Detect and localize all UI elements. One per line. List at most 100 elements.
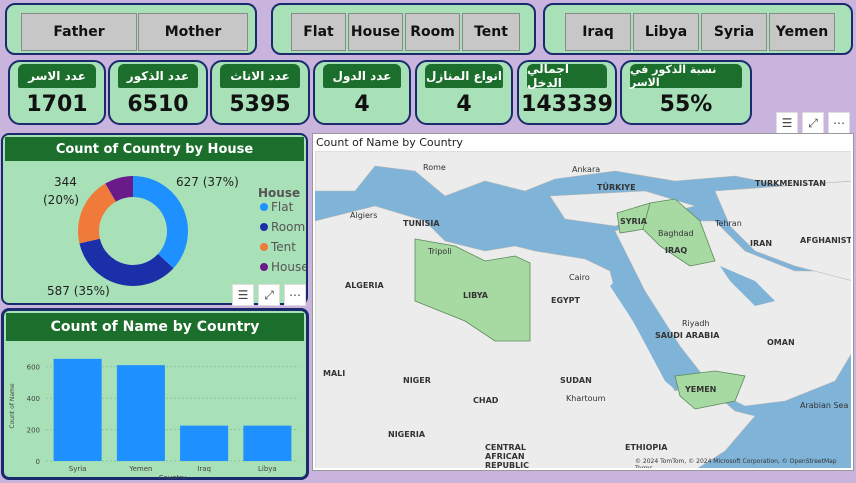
slicer-option-room[interactable]: Room — [405, 13, 460, 51]
map-label-turkmenistan: TURKMENISTAN — [755, 179, 826, 188]
legend-marker — [260, 203, 268, 211]
filter-icon[interactable]: ☰ — [232, 284, 254, 306]
kpi-value: 4 — [354, 92, 370, 117]
bar-yemen[interactable] — [116, 365, 165, 461]
kpi-value: 55% — [659, 92, 713, 117]
kpi-label: عدد الاناث — [220, 64, 300, 88]
slicer-option-mother[interactable]: Mother — [138, 13, 248, 51]
map-label-arabian-sea: Arabian Sea — [800, 401, 849, 410]
kpi-label: نسبة الذكور في الاسر — [630, 63, 742, 89]
map-label-sudan: SUDAN — [560, 376, 592, 385]
legend-item-flat[interactable]: Flat — [271, 200, 294, 214]
focus-mode-icon[interactable]: ⤢ — [258, 284, 280, 306]
kpi-card-families: عدد الاسر 1701 — [8, 60, 106, 125]
map-label-tunisia: TUNISIA — [403, 219, 440, 228]
map-label-iran: IRAN — [750, 239, 773, 248]
y-tick-label: 0 — [36, 458, 40, 466]
donut-slice-flat[interactable] — [133, 176, 188, 269]
kpi-card-females: عدد الاناث 5395 — [210, 60, 310, 125]
kpi-label: انواع المنازل — [425, 64, 503, 88]
legend-marker — [260, 263, 268, 271]
donut-chart: 627 (37%) 344 (20%) 587 (35%) House Flat… — [43, 175, 306, 298]
chart-title: Count of Name by Country — [6, 313, 304, 341]
legend-title: House — [258, 186, 300, 200]
map-label-iraq: IRAQ — [665, 246, 688, 255]
kpi-card-house-types: انواع المنازل 4 — [415, 60, 513, 125]
kpi-value: 1701 — [26, 92, 88, 117]
house-slicer: Flat House Room Tent — [271, 3, 536, 55]
map-canvas[interactable]: LIBYA SYRIA IRAQ YEMEN EGYPT ALGERIA TUN… — [315, 151, 851, 468]
bar-chart-panel: Count of Name by Country 0 200 400 600 Syria… — [1, 308, 309, 480]
map-label-car: CENTRAL AFRICAN REPUBLIC — [485, 443, 530, 468]
kpi-value: 5395 — [229, 92, 291, 117]
slicer-option-house[interactable]: House — [348, 13, 403, 51]
donut-slice-room[interactable] — [79, 238, 174, 286]
kpi-card-males: عدد الذكور 6510 — [108, 60, 208, 125]
slicer-option-tent[interactable]: Tent — [462, 13, 520, 51]
map-label-ankara: Ankara — [572, 165, 601, 174]
bar-iraq[interactable] — [180, 425, 229, 461]
relation-slicer: Father Mother — [5, 3, 257, 55]
kpi-value: 143339 — [521, 92, 613, 117]
more-options-icon[interactable]: ⋯ — [284, 284, 306, 306]
map-label-khartoum: Khartoum — [566, 394, 606, 403]
donut-visual-toolbar: ☰ ⤢ ⋯ — [232, 284, 306, 306]
slicer-option-libya[interactable]: Libya — [633, 13, 699, 51]
legend-item-house[interactable]: House — [271, 260, 306, 274]
slicer-option-flat[interactable]: Flat — [291, 13, 346, 51]
filter-icon[interactable]: ☰ — [776, 112, 798, 134]
y-tick-label: 400 — [27, 395, 40, 403]
bar-libya[interactable] — [243, 425, 292, 461]
x-tick-label: Iraq — [197, 465, 211, 473]
x-axis-label: Country — [159, 474, 187, 479]
x-tick-label: Libya — [258, 465, 277, 473]
slicer-option-father[interactable]: Father — [21, 13, 137, 51]
map-label-tehran: Tehran — [715, 219, 742, 228]
focus-mode-icon[interactable]: ⤢ — [802, 112, 824, 134]
y-tick-label: 600 — [27, 364, 40, 372]
x-tick-label: Syria — [69, 465, 87, 473]
kpi-value: 4 — [456, 92, 472, 117]
map-label-syria: SYRIA — [620, 217, 647, 226]
y-axis-label: Count of Name — [9, 383, 16, 428]
map-label-niger: NIGER — [403, 376, 431, 385]
map-label-egypt: EGYPT — [551, 296, 580, 305]
kpi-label: عدد الذكور — [118, 64, 198, 88]
donut-slice-tent[interactable] — [78, 183, 116, 244]
map-label-oman: OMAN — [767, 338, 795, 347]
bar-syria[interactable] — [53, 358, 102, 461]
map-label-afghanistan: AFGHANISTAN — [800, 236, 851, 245]
donut-label-tent-pct: (20%) — [43, 193, 79, 207]
map-label-libya: LIBYA — [463, 291, 488, 300]
map-label-rome: Rome — [423, 163, 446, 172]
map-label-cairo: Cairo — [569, 273, 590, 282]
legend-item-room[interactable]: Room — [271, 220, 305, 234]
donut-label-tent: 344 — [54, 175, 77, 189]
map-visual[interactable]: Count of Name by Country LIBYA SYRIA IRA… — [312, 133, 854, 471]
more-options-icon[interactable]: ⋯ — [828, 112, 850, 134]
map-visual-toolbar: ☰ ⤢ ⋯ — [776, 112, 850, 134]
slicer-option-syria[interactable]: Syria — [701, 13, 767, 51]
legend-item-tent[interactable]: Tent — [270, 240, 296, 254]
map-label-nigeria: NIGERIA — [388, 430, 426, 439]
map-attribution: © 2024 TomTom, © 2024 Microsoft Corporat… — [635, 458, 837, 468]
map-label-yemen: YEMEN — [685, 385, 717, 394]
map-label-algiers: Algiers — [350, 211, 378, 220]
map-label-riyadh: Riyadh — [682, 319, 710, 328]
country-slicer: Iraq Libya Syria Yemen — [543, 3, 853, 55]
kpi-label: عدد الدول — [323, 64, 401, 88]
map-label-tripoli: Tripoli — [428, 247, 452, 256]
donut-chart-panel: Count of Country by House 627 (37%) 344 … — [1, 133, 308, 305]
bar-chart: 0 200 400 600 Syria Yemen Iraq Libya Country Coun… — [9, 358, 299, 479]
kpi-label: عدد الاسر — [18, 64, 96, 88]
kpi-card-total-income: اجمالي الدخل 143339 — [517, 60, 617, 125]
map-label-chad: CHAD — [473, 396, 499, 405]
map-label-algeria: ALGERIA — [345, 281, 384, 290]
map-label-ethiopia: ETHIOPIA — [625, 443, 668, 452]
slicer-option-iraq[interactable]: Iraq — [565, 13, 631, 51]
donut-label-flat: 627 (37%) — [176, 175, 239, 189]
slicer-option-yemen[interactable]: Yemen — [769, 13, 835, 51]
kpi-value: 6510 — [127, 92, 189, 117]
x-tick-label: Yemen — [128, 465, 152, 473]
kpi-card-countries: عدد الدول 4 — [313, 60, 411, 125]
